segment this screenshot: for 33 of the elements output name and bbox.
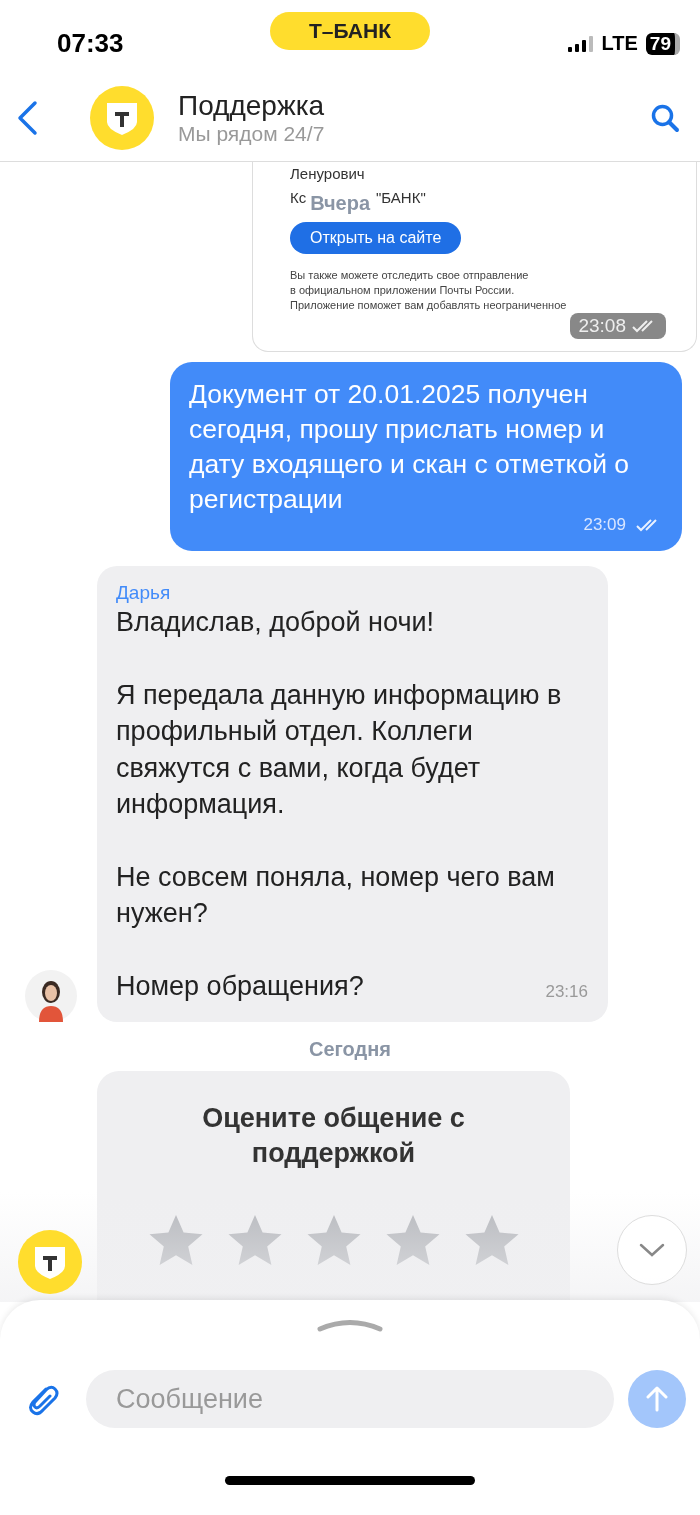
message-text: Документ от 20.01.2025 получен сегодня, прошу прислать номер и дату входящего и скан с отметкой о регистрации <box>189 378 631 516</box>
brand-pill: Т–БАНК <box>270 12 430 50</box>
shield-logo-icon <box>90 86 154 150</box>
chat-subtitle: Мы рядом 24/7 <box>178 122 326 146</box>
network-label: LTE <box>601 32 638 55</box>
handle-chevron-icon[interactable] <box>317 1318 383 1332</box>
rating-title: Оцените общение с поддержкой <box>201 1102 466 1170</box>
shield-logo-icon[interactable] <box>18 1230 82 1294</box>
date-label: Сегодня <box>309 1037 391 1062</box>
date-label: Вчера <box>309 191 372 215</box>
back-icon[interactable] <box>16 100 38 136</box>
signal-icon <box>567 35 594 52</box>
status-time: 07:33 <box>57 28 124 59</box>
chevron-down-icon <box>639 1242 665 1258</box>
document-line: "БАНК" <box>376 188 426 208</box>
message-time: 23:09 <box>583 515 626 535</box>
document-paragraph: Вы также можете отследить свое отправление в официальном приложении Почты России. Приложение поможет вам добавлять неограниченное <box>290 268 568 313</box>
agent-avatar <box>25 970 77 1022</box>
message-text: Не совсем поняла, номер чего вам нужен? <box>116 860 556 930</box>
message-text: Номер обращения? <box>116 969 364 1003</box>
open-site-button: Открыть на сайте <box>290 222 462 254</box>
arrow-up-icon <box>646 1386 668 1412</box>
message-text: Я передала данную информацию в профильный отдел. Коллеги свяжутся с вами, когда будет информация. <box>116 678 563 821</box>
document-line: Ленурович <box>290 164 366 184</box>
author-name: Дарья <box>116 582 172 604</box>
message-input[interactable]: Сообщение <box>86 1370 614 1428</box>
chat-title: Поддержка <box>178 90 326 122</box>
document-line: Кс <box>290 188 307 208</box>
message-time: 23:16 <box>545 982 588 1002</box>
message-text: Владислав, доброй ночи! <box>116 606 435 639</box>
search-icon[interactable] <box>650 103 680 133</box>
battery-indicator: 79 <box>645 32 680 55</box>
message-time: 23:08 <box>570 313 666 339</box>
